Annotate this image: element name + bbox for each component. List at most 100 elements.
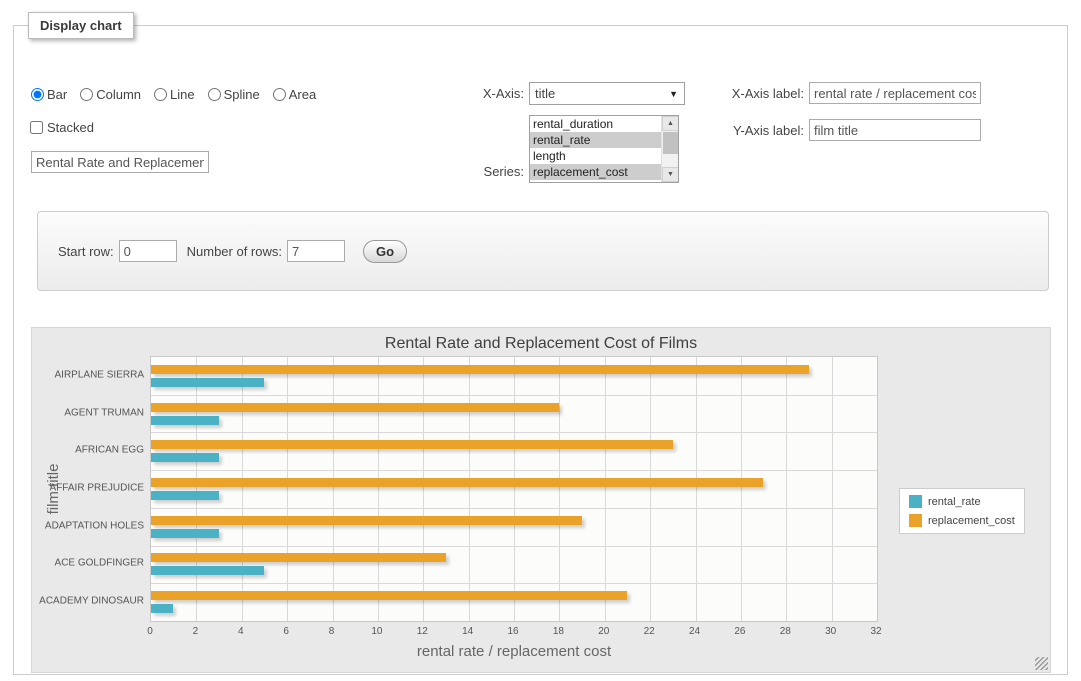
gridline-vertical [287, 357, 288, 621]
panel-title: Display chart [28, 12, 134, 39]
y-axis-label-input[interactable] [809, 119, 981, 141]
legend-label: rental_rate [928, 496, 981, 508]
stacked-option[interactable]: Stacked [30, 120, 94, 135]
stacked-label: Stacked [47, 120, 94, 135]
x-axis-label-text: X-Axis: [454, 86, 524, 101]
x-tick-label: 20 [598, 626, 609, 637]
series-label-text: Series: [454, 164, 524, 179]
scroll-up-icon[interactable]: ▲ [662, 116, 679, 131]
radio-label: Column [96, 87, 141, 102]
scrollbar-thumb[interactable] [663, 132, 678, 154]
x-tick-label: 10 [371, 626, 382, 637]
gridline-vertical [786, 357, 787, 621]
category-label: AFFAIR PREJUDICE [50, 483, 144, 494]
number-of-rows-input[interactable] [287, 240, 345, 262]
chart-type-spline[interactable]: Spline [208, 87, 260, 102]
y-axis-label-caption: Y-Axis label: [714, 123, 804, 138]
start-row-label: Start row: [58, 244, 114, 259]
series-option-replacement_cost[interactable]: replacement_cost [530, 164, 663, 180]
gridline-vertical [469, 357, 470, 621]
gridline-vertical [196, 357, 197, 621]
category-label: ACE GOLDFINGER [55, 558, 144, 569]
x-tick-label: 2 [193, 626, 199, 637]
x-tick-label: 16 [507, 626, 518, 637]
x-axis-selected-value: title [535, 86, 555, 101]
gridline-horizontal [151, 546, 877, 547]
radio-bar[interactable] [31, 88, 44, 101]
x-axis-row: X-Axis: title ▼ [454, 82, 685, 105]
series-option-rental_rate[interactable]: rental_rate [530, 132, 663, 148]
chart-legend: rental_rate replacement_cost [899, 488, 1025, 534]
x-axis-ticks: 02468101214161820222426283032 [150, 626, 878, 640]
x-tick-label: 18 [553, 626, 564, 637]
resize-handle-icon[interactable] [1035, 657, 1048, 670]
gridline-vertical [650, 357, 651, 621]
gridline-horizontal [151, 432, 877, 433]
x-tick-label: 6 [283, 626, 289, 637]
x-axis-select[interactable]: title ▼ [529, 82, 685, 105]
radio-area[interactable] [273, 88, 286, 101]
chart-type-column[interactable]: Column [80, 87, 141, 102]
legend-entry-replacement_cost: replacement_cost [909, 514, 1015, 527]
radio-column[interactable] [80, 88, 93, 101]
x-tick-label: 12 [417, 626, 428, 637]
chart-title: Rental Rate and Replacement Cost of Film… [32, 335, 1050, 353]
bar-rental_rate [151, 604, 173, 613]
x-tick-label: 22 [644, 626, 655, 637]
category-label: AGENT TRUMAN [64, 407, 144, 418]
radio-spline[interactable] [208, 88, 221, 101]
legend-swatch-icon [909, 495, 922, 508]
chart-type-area[interactable]: Area [273, 87, 316, 102]
bar-rental_rate [151, 491, 219, 500]
bar-replacement_cost [151, 478, 763, 487]
bar-replacement_cost [151, 591, 627, 600]
x-axis-label-row: X-Axis label: [714, 82, 981, 104]
bar-rental_rate [151, 416, 219, 425]
bar-replacement_cost [151, 516, 582, 525]
gridline-vertical [832, 357, 833, 621]
series-listbox-items: rental_durationrental_ratelengthreplacem… [530, 116, 678, 180]
display-chart-panel: Display chart Bar Column Line Spline Area St… [13, 12, 1068, 675]
radio-label: Bar [47, 87, 67, 102]
bar-rental_rate [151, 453, 219, 462]
legend-entry-rental_rate: rental_rate [909, 495, 1015, 508]
category-label: AIRPLANE SIERRA [55, 369, 144, 380]
radio-label: Spline [224, 87, 260, 102]
series-row: Series: rental_durationrental_ratelength… [454, 115, 679, 183]
stacked-checkbox[interactable] [30, 121, 43, 134]
gridline-vertical [242, 357, 243, 621]
gridline-vertical [423, 357, 424, 621]
chart-type-line[interactable]: Line [154, 87, 195, 102]
go-button[interactable]: Go [363, 240, 407, 263]
chart-type-radios: Bar Column Line Spline Area [31, 87, 316, 102]
gridline-vertical [378, 357, 379, 621]
gridline-vertical [605, 357, 606, 621]
y-axis-label-row: Y-Axis label: [714, 119, 981, 141]
chart-title-input[interactable] [31, 151, 209, 173]
series-scrollbar[interactable]: ▲ ▼ [661, 116, 678, 182]
scroll-down-icon[interactable]: ▼ [662, 167, 679, 182]
plot-area [150, 356, 878, 622]
gridline-vertical [696, 357, 697, 621]
x-tick-label: 4 [238, 626, 244, 637]
x-axis-label-caption: X-Axis label: [714, 86, 804, 101]
bar-replacement_cost [151, 365, 809, 374]
category-label: ACADEMY DINOSAUR [39, 596, 144, 607]
row-range-fieldset: Start row: Number of rows: Go [37, 211, 1049, 291]
bar-rental_rate [151, 529, 219, 538]
y-category-labels: AIRPLANE SIERRAAGENT TRUMANAFRICAN EGGAF… [32, 356, 144, 622]
x-tick-label: 24 [689, 626, 700, 637]
chart-type-bar[interactable]: Bar [31, 87, 67, 102]
series-listbox[interactable]: rental_durationrental_ratelengthreplacem… [529, 115, 679, 183]
chart-x-axis-title: rental rate / replacement cost [150, 643, 878, 660]
start-row-input[interactable] [119, 240, 177, 262]
x-tick-label: 0 [147, 626, 153, 637]
series-option-rental_duration[interactable]: rental_duration [530, 116, 663, 132]
series-option-length[interactable]: length [530, 148, 663, 164]
legend-label: replacement_cost [928, 515, 1015, 527]
bar-rental_rate [151, 566, 264, 575]
radio-line[interactable] [154, 88, 167, 101]
number-of-rows-label: Number of rows: [187, 244, 282, 259]
gridline-vertical [741, 357, 742, 621]
x-axis-label-input[interactable] [809, 82, 981, 104]
